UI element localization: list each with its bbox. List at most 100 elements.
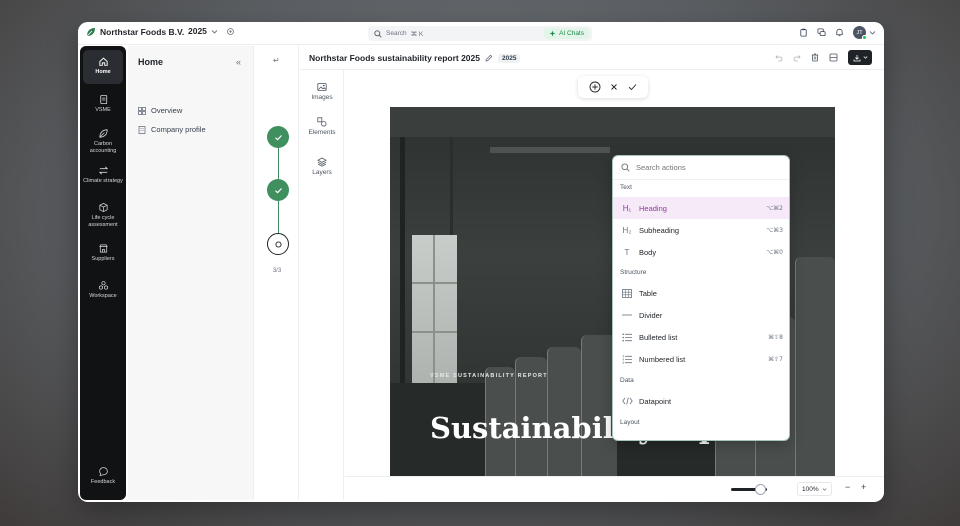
nav-item-life-cycle-assessment[interactable]: Life cycle assessment xyxy=(83,202,123,228)
action-divider[interactable]: Divider xyxy=(613,304,789,326)
add-icon[interactable] xyxy=(589,81,601,93)
check-icon xyxy=(274,187,282,194)
action-table[interactable]: Table xyxy=(613,282,789,304)
panel-link-company-profile[interactable]: Company profile xyxy=(138,125,206,134)
step-completed[interactable] xyxy=(267,126,289,148)
search-icon xyxy=(621,163,630,172)
nav-item-home[interactable]: Home xyxy=(83,50,123,84)
check-icon[interactable] xyxy=(628,83,637,91)
zoom-slider-handle[interactable] xyxy=(755,484,766,495)
panel-title: Home xyxy=(138,57,164,67)
clipboard-icon[interactable] xyxy=(799,28,808,37)
chevron-down-icon xyxy=(863,56,867,59)
delete-icon[interactable] xyxy=(811,53,819,62)
canvas-footer: 100% − + xyxy=(345,476,884,500)
action-label: Datapoint xyxy=(639,396,672,406)
export-button[interactable] xyxy=(848,50,872,65)
close-icon[interactable] xyxy=(610,83,618,91)
store-icon xyxy=(98,244,108,253)
bell-icon[interactable] xyxy=(835,28,844,37)
tool-label: Layers xyxy=(312,169,332,176)
action-numbered-list[interactable]: Numbered list ⌘⇧7 xyxy=(613,348,789,370)
chat-icon[interactable] xyxy=(817,28,826,37)
home-panel: Home « Overview Company profile xyxy=(128,46,254,500)
top-actions: JT xyxy=(799,26,876,40)
table-icon xyxy=(621,288,633,298)
layout-icon[interactable] xyxy=(829,53,838,62)
document-icon xyxy=(99,94,107,105)
nav-item-workspace[interactable]: Workspace xyxy=(83,280,123,300)
action-bulleted-list[interactable]: Bulleted list ⌘⇧8 xyxy=(613,326,789,348)
actions-search-input[interactable] xyxy=(636,163,776,172)
year-badge: 2025 xyxy=(497,53,521,63)
tool-images[interactable]: Images xyxy=(300,82,344,101)
ai-chats-button[interactable]: AI Chats xyxy=(544,28,589,39)
image-icon xyxy=(317,83,327,91)
bullet-list-icon xyxy=(621,333,633,342)
zoom-in-button[interactable]: + xyxy=(861,482,866,492)
tool-label: Images xyxy=(311,94,333,101)
nav-item-carbon-accounting[interactable]: Carbon accounting xyxy=(83,128,123,154)
step-completed[interactable] xyxy=(267,179,289,201)
zoom-level: 100% xyxy=(802,485,819,493)
nav-label-home: Home xyxy=(95,69,111,75)
zoom-select[interactable]: 100% xyxy=(797,482,832,496)
nav-item-climate-strategy[interactable]: Climate strategy xyxy=(83,165,123,185)
nav-item-vsme[interactable]: VSME xyxy=(83,94,123,114)
ai-chats-label: AI Chats xyxy=(559,30,584,37)
brand-leaf-icon xyxy=(86,28,95,37)
workspace-icon xyxy=(98,281,108,290)
leaf-icon xyxy=(98,129,108,138)
step-count: 3/3 xyxy=(272,268,282,274)
global-search[interactable]: Search ⌘ K AI Chats xyxy=(368,26,592,41)
sparkle-icon xyxy=(549,30,556,37)
heading-icon: H₁ xyxy=(622,203,632,213)
feedback-label: Feedback xyxy=(90,479,116,485)
action-shortcut: ⌥⌘3 xyxy=(766,226,783,234)
tool-label: Elements xyxy=(308,129,336,136)
actions-search xyxy=(613,156,789,180)
zoom-out-button[interactable]: − xyxy=(845,482,850,492)
action-label: Table xyxy=(639,288,657,298)
nav-label-climate-strategy: Climate strategy xyxy=(83,178,123,184)
cover-kicker[interactable]: VSME SUSTAINABILITY REPORT xyxy=(430,373,548,379)
tool-layers[interactable]: Layers xyxy=(300,157,344,176)
redo-icon[interactable] xyxy=(793,54,801,62)
chevron-down-icon xyxy=(211,29,218,34)
document-title: Northstar Foods sustainability report 20… xyxy=(309,53,480,63)
nav-item-suppliers[interactable]: Suppliers xyxy=(83,243,123,263)
app-window: Northstar Foods B.V. 2025 Search ⌘ K AI … xyxy=(78,22,884,502)
feedback-button[interactable]: Feedback xyxy=(83,466,123,486)
collapse-panel-button[interactable]: « xyxy=(236,57,241,67)
action-label: Body xyxy=(639,247,657,257)
action-datapoint[interactable]: Datapoint xyxy=(613,390,789,412)
action-label: Bulleted list xyxy=(639,332,678,342)
undo-icon[interactable] xyxy=(775,54,783,62)
action-shortcut: ⌥⌘2 xyxy=(766,204,783,212)
online-status-dot xyxy=(862,35,867,40)
building-icon xyxy=(138,125,146,134)
home-icon xyxy=(98,57,108,66)
action-label: Numbered list xyxy=(639,354,686,364)
check-icon xyxy=(274,134,282,141)
panel-link-overview[interactable]: Overview xyxy=(138,106,182,115)
action-label: Heading xyxy=(639,203,667,213)
action-subheading[interactable]: H₂ Subheading ⌥⌘3 xyxy=(613,219,789,241)
return-icon[interactable]: ↵ xyxy=(273,56,280,65)
nav-label-suppliers: Suppliers xyxy=(91,256,115,262)
nav-label-life-cycle-assessment: Life cycle assessment xyxy=(88,215,118,228)
main-navigation: Home VSME Carbon accounting Climate stra… xyxy=(80,46,126,500)
chevron-down-icon[interactable] xyxy=(869,29,876,36)
user-avatar[interactable]: JT xyxy=(853,26,867,40)
numbered-list-icon xyxy=(621,354,633,364)
action-body[interactable]: T Body ⌥⌘0 xyxy=(613,241,789,263)
action-heading[interactable]: H₁ Heading ⌥⌘2 xyxy=(613,197,789,219)
company-switcher[interactable]: Northstar Foods B.V. xyxy=(86,27,184,37)
divider-icon xyxy=(621,313,633,317)
year-selector[interactable]: 2025 xyxy=(188,26,235,36)
tool-elements[interactable]: Elements xyxy=(300,117,344,136)
search-icon xyxy=(374,29,382,38)
gear-icon[interactable] xyxy=(226,27,235,36)
step-current[interactable] xyxy=(267,233,289,255)
pencil-icon[interactable] xyxy=(485,54,493,62)
